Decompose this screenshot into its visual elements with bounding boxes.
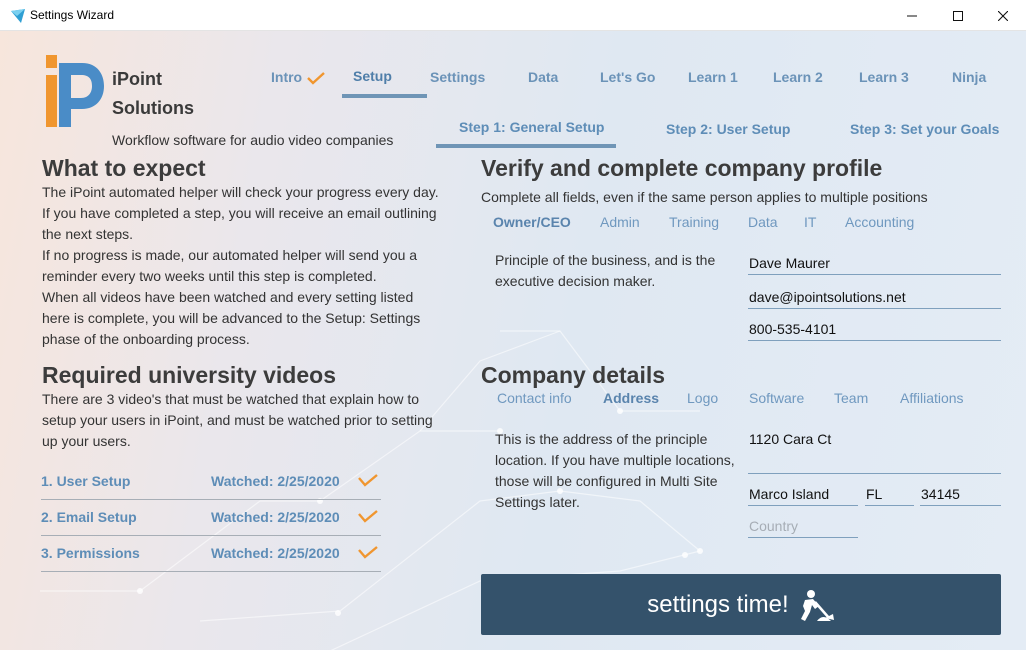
title-bar: Settings Wizard [0,0,1026,31]
nav-intro-label: Intro [271,69,303,85]
worker-digging-icon [800,589,834,621]
owner-email-field[interactable]: dave@ipointsolutions.net [748,285,1001,309]
video-title[interactable]: 1. User Setup [41,473,130,489]
profile-subtitle: Complete all fields, even if the same pe… [481,189,928,205]
text-line: Settings later. [495,494,580,510]
text-line: Principle of the business, and is the [495,252,716,268]
city-field[interactable]: Marco Island [748,482,858,506]
text-line: here is complete, you will be advanced t… [42,310,421,326]
step-user-setup[interactable]: Step 2: User Setup [666,121,790,137]
window-title: Settings Wizard [30,8,115,22]
tab-team[interactable]: Team [834,390,868,406]
profile-heading: Verify and complete company profile [481,155,883,181]
street-address-value: 1120 Cara Ct [749,431,832,447]
video-row[interactable]: 2. Email Setup Watched: 2/25/2020 [41,500,381,536]
city-value: Marco Island [749,486,830,502]
tab-training[interactable]: Training [669,214,719,230]
text-line: executive decision maker. [495,273,656,289]
owner-email-value: dave@ipointsolutions.net [749,289,906,305]
owner-name-field[interactable]: Dave Maurer [748,251,1001,275]
tab-it[interactable]: IT [804,214,816,230]
tab-logo[interactable]: Logo [687,390,718,406]
video-watched-status: Watched: 2/25/2020 [211,509,340,525]
nav-learn-3[interactable]: Learn 3 [859,69,909,85]
settings-time-button[interactable]: settings time! [481,574,1001,635]
maximize-icon [953,10,963,21]
owner-phone-field[interactable]: 800-535-4101 [748,317,1001,341]
text-line: those will be configured in Multi Site [495,473,718,489]
video-title[interactable]: 3. Permissions [41,545,140,561]
settings-time-label: settings time! [647,590,789,618]
text-line: If you have completed a step, you will r… [42,205,437,221]
nav-learn-1[interactable]: Learn 1 [688,69,738,85]
text-line: If no progress is made, our automated he… [42,247,418,263]
owner-description: Principle of the business, and is the ex… [495,250,740,292]
brand-name-line2: Solutions [112,98,194,118]
country-placeholder: Country [749,518,799,534]
step-active-indicator [436,144,616,148]
owner-name-value: Dave Maurer [749,255,830,271]
text-line: When all videos have been watched and ev… [42,289,414,305]
company-details-heading: Company details [481,362,666,388]
app-icon [11,9,25,23]
checkmark-icon [307,72,325,85]
video-row[interactable]: 1. User Setup Watched: 2/25/2020 [41,464,381,500]
street-address-field[interactable]: 1120 Cara Ct [748,427,1001,474]
text-line: The iPoint automated helper will check y… [42,184,439,200]
zip-value: 34145 [921,486,960,502]
video-watched-status: Watched: 2/25/2020 [211,545,340,561]
brand-name-line1: iPoint [112,69,162,89]
required-videos-heading: Required university videos [42,362,336,388]
step-set-goals[interactable]: Step 3: Set your Goals [850,121,999,137]
country-field[interactable]: Country [748,514,858,538]
minimize-button[interactable] [889,0,935,31]
video-title[interactable]: 2. Email Setup [41,509,137,525]
tab-address[interactable]: Address [603,390,659,406]
what-to-expect-text: The iPoint automated helper will check y… [42,182,462,350]
minimize-icon [907,15,917,16]
close-icon [998,10,1008,21]
tab-software[interactable]: Software [749,390,804,406]
nav-ninja[interactable]: Ninja [952,69,986,85]
text-line: the next steps. [42,226,134,242]
checkmark-icon [358,510,378,523]
owner-phone-value: 800-535-4101 [749,321,837,337]
required-videos-text: There are 3 video's that must be watched… [42,389,462,452]
brand-tagline: Workflow software for audio video compan… [112,132,394,148]
text-line: reminder every two weeks until this step… [42,268,377,284]
tab-owner-ceo[interactable]: Owner/CEO [493,214,571,230]
what-to-expect-heading: What to expect [42,155,206,181]
nav-active-indicator [342,94,427,98]
text-line: location. If you have multiple locations… [495,452,735,468]
checkmark-icon [358,474,378,487]
wizard-content: iPoint Solutions Workflow software for a… [0,31,1026,650]
text-line: There are 3 video's that must be watched… [42,391,420,407]
video-watched-status: Watched: 2/25/2020 [211,473,340,489]
tab-affiliations[interactable]: Affiliations [900,390,964,406]
nav-learn-2[interactable]: Learn 2 [773,69,823,85]
nav-intro[interactable]: Intro [271,69,326,85]
nav-lets-go[interactable]: Let's Go [600,69,655,85]
tab-admin[interactable]: Admin [600,214,640,230]
nav-settings[interactable]: Settings [430,69,485,85]
checkmark-icon [358,546,378,559]
address-description: This is the address of the principle loc… [495,429,745,513]
text-line: This is the address of the principle [495,431,708,447]
text-line: setup your users in iPoint, and must be … [42,412,433,428]
tab-accounting[interactable]: Accounting [845,214,914,230]
text-line: up your users. [42,433,131,449]
nav-setup[interactable]: Setup [353,68,392,84]
ipoint-logo [46,55,104,127]
state-value: FL [866,486,883,502]
text-line: phase of the onboarding process. [42,331,250,347]
close-button[interactable] [980,0,1026,31]
step-general-setup[interactable]: Step 1: General Setup [459,119,604,135]
nav-data[interactable]: Data [528,69,558,85]
tab-contact-info[interactable]: Contact info [497,390,572,406]
video-row[interactable]: 3. Permissions Watched: 2/25/2020 [41,536,381,572]
maximize-button[interactable] [935,0,981,31]
zip-field[interactable]: 34145 [920,482,1001,506]
tab-data[interactable]: Data [748,214,778,230]
state-field[interactable]: FL [865,482,914,506]
